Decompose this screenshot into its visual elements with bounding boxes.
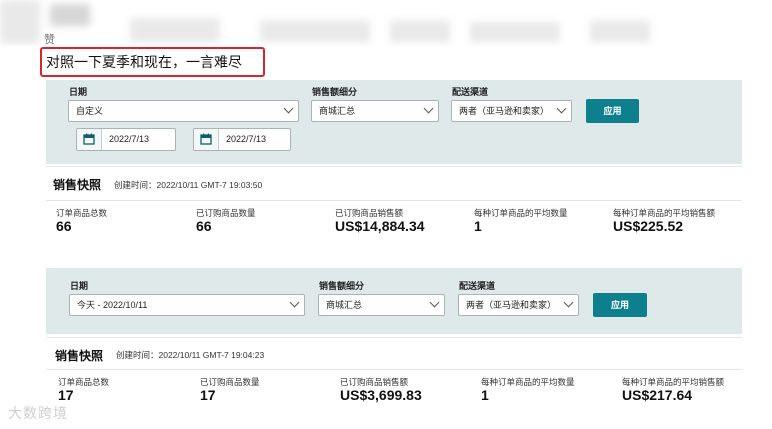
calendar-icon[interactable] <box>77 129 102 150</box>
breakdown-select[interactable]: 商城汇总 <box>311 100 439 122</box>
metric-value: 17 <box>58 387 74 403</box>
date-range-select[interactable]: 自定义 <box>68 100 299 122</box>
channel-select[interactable]: 两者（亚马逊和卖家） <box>458 294 579 316</box>
apply-button[interactable]: 应用 <box>586 99 639 123</box>
date-label: 日期 <box>70 281 89 291</box>
metric-value: US$225.52 <box>613 218 684 234</box>
breakdown-value: 商城汇总 <box>326 300 363 310</box>
calendar-icon[interactable] <box>194 129 219 150</box>
comment-text: 对照一下夏季和现在，一言难尽 <box>46 54 242 70</box>
channel-value: 两者（亚马逊和卖家） <box>466 300 557 310</box>
snapshot-title: 销售快照 <box>53 178 102 192</box>
metric-value: US$3,699.83 <box>340 387 422 403</box>
divider <box>46 200 742 201</box>
metric-label: 每种订单商品的平均数量 <box>481 377 575 387</box>
filter-panel-2: 日期 今天 - 2022/10/11 销售额细分 商城汇总 配送渠道 两者（亚马… <box>46 268 742 334</box>
divider <box>46 369 742 370</box>
chevron-down-icon <box>289 297 300 308</box>
breakdown-value: 商城汇总 <box>319 106 356 116</box>
chevron-down-icon <box>423 103 434 114</box>
metric-value: 1 <box>474 218 482 234</box>
metric-value: US$14,884.34 <box>335 218 425 234</box>
channel-label: 配送渠道 <box>452 87 489 97</box>
sales-snapshot-1: 销售快照 创建时间：2022/10/11 GMT-7 19:03:50 订单商品… <box>46 166 742 243</box>
chevron-down-icon <box>556 103 567 114</box>
metric-value: 66 <box>56 218 72 234</box>
breakdown-select[interactable]: 商城汇总 <box>318 294 445 316</box>
breakdown-label: 销售额细分 <box>319 281 365 291</box>
date-range-value: 自定义 <box>76 106 104 116</box>
channel-value: 两者（亚马逊和卖家） <box>459 106 550 116</box>
metric-value: US$217.64 <box>622 387 693 403</box>
start-date-value: 2022/7/13 <box>109 134 150 144</box>
blurred-header <box>0 0 772 46</box>
apply-button[interactable]: 应用 <box>593 293 647 317</box>
channel-select[interactable]: 两者（亚马逊和卖家） <box>451 100 572 122</box>
metric-value: 66 <box>196 218 212 234</box>
date-label: 日期 <box>69 87 88 97</box>
snapshot-title: 销售快照 <box>55 349 104 363</box>
chevron-down-icon <box>429 297 440 308</box>
start-date-field[interactable]: 2022/7/13 <box>76 128 176 151</box>
breakdown-label: 销售额细分 <box>312 87 358 97</box>
chevron-down-icon <box>283 103 294 114</box>
author-label: 赞 <box>44 34 55 46</box>
metric-label: 每种订单商品的平均数量 <box>474 208 568 218</box>
metric-value: 1 <box>481 387 489 403</box>
date-range-value: 今天 - 2022/10/11 <box>77 300 148 310</box>
watermark: 大数跨境 <box>8 405 68 421</box>
snapshot-created-time: 创建时间：2022/10/11 GMT-7 19:04:23 <box>116 350 265 360</box>
end-date-field[interactable]: 2022/7/13 <box>193 128 291 151</box>
channel-label: 配送渠道 <box>459 281 496 291</box>
sales-snapshot-2: 销售快照 创建时间：2022/10/11 GMT-7 19:04:23 订单商品… <box>46 337 742 414</box>
filter-panel-1: 日期 自定义 2022/7/13 2022/7/13 销售额细分 商城汇总 配送… <box>46 80 742 164</box>
chevron-down-icon <box>563 297 574 308</box>
metric-value: 17 <box>200 387 216 403</box>
snapshot-created-time: 创建时间：2022/10/11 GMT-7 19:03:50 <box>114 180 263 190</box>
end-date-value: 2022/7/13 <box>226 134 267 144</box>
date-range-select[interactable]: 今天 - 2022/10/11 <box>69 294 305 316</box>
